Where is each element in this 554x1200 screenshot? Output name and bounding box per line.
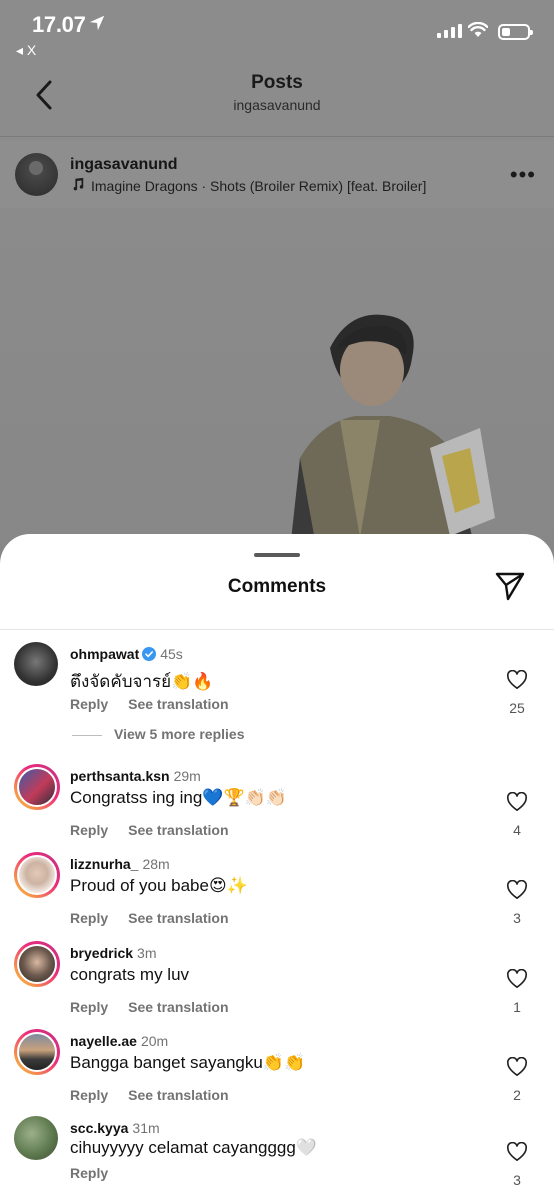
comments-sheet: Comments ohmpawat 45s ตึงจัดคับจารย์👏🔥 Re… [0, 534, 554, 1200]
avatar[interactable] [14, 642, 58, 686]
avatar[interactable] [14, 941, 60, 987]
comment-username[interactable]: ohmpawat 45s [70, 646, 183, 662]
comment-item: nayelle.ae 20m Bangga banget sayangku👏👏 R… [0, 1029, 554, 1117]
post-audio-label: Imagine Dragons · Shots (Broiler Remix) … [91, 178, 427, 194]
comment-item: perthsanta.ksn 29m Congratss ing ing💙🏆👏🏻👏… [0, 764, 554, 852]
comment-actions: Reply See translation [70, 822, 249, 838]
reply-button[interactable]: Reply [70, 999, 108, 1015]
reply-button[interactable]: Reply [70, 910, 108, 926]
comment-actions: Reply See translation [70, 910, 249, 926]
reply-button[interactable]: Reply [70, 1165, 108, 1181]
comment-time: 3m [137, 945, 157, 961]
wifi-icon [468, 22, 488, 37]
location-arrow-icon [89, 15, 105, 31]
sheet-title: Comments [227, 576, 327, 597]
comment-username-text: nayelle.ae [70, 1033, 137, 1049]
nav-divider [0, 136, 554, 137]
comment-text: ตึงจัดคับจารย์👏🔥 [70, 672, 214, 691]
like-count: 25 [509, 700, 525, 716]
see-translation-button[interactable]: See translation [128, 1087, 228, 1103]
comment-time: 28m [142, 856, 170, 872]
status-bar: 17.07 ◂ X [0, 0, 554, 62]
see-translation-button[interactable]: See translation [128, 999, 228, 1015]
comment-actions: Reply See translation [70, 696, 249, 712]
comment-time: 45s [160, 646, 183, 662]
comment-username-text: perthsanta.ksn [70, 768, 170, 784]
music-note-icon [73, 177, 84, 191]
comment-username-text: scc.kyya [70, 1120, 129, 1136]
comment-username-text: lizznurha_ [70, 856, 139, 872]
reply-button[interactable]: Reply [70, 696, 108, 712]
avatar[interactable] [14, 852, 60, 898]
avatar[interactable] [14, 1116, 58, 1160]
top-nav: Posts ingasavanund [0, 62, 554, 136]
comment-text: Proud of you babe😍✨ [70, 876, 248, 895]
post-author-name[interactable]: ingasavanund [70, 156, 178, 174]
comment-item: ohmpawat 45s ตึงจัดคับจารย์👏🔥 Reply See tr… [0, 642, 554, 762]
comment-actions: Reply [70, 1165, 128, 1181]
post-audio[interactable]: Imagine Dragons · Shots (Broiler Remix) … [70, 177, 426, 194]
comment-username-text: ohmpawat [70, 646, 140, 662]
reply-button[interactable]: Reply [70, 822, 108, 838]
battery-icon [498, 24, 533, 40]
heart-icon[interactable] [506, 969, 528, 989]
like-count: 3 [513, 1172, 521, 1188]
heart-icon[interactable] [506, 880, 528, 900]
reply-button[interactable]: Reply [70, 1087, 108, 1103]
comment-text: Bangga banget sayangku👏👏 [70, 1053, 306, 1072]
comment-username[interactable]: lizznurha_ 28m [70, 856, 170, 872]
more-dots-icon[interactable]: ••• [510, 162, 536, 188]
comment-actions: Reply See translation [70, 1087, 249, 1103]
comment-username-text: bryedrick [70, 945, 134, 961]
see-translation-button[interactable]: See translation [128, 910, 228, 926]
avatar[interactable] [14, 1029, 60, 1075]
post-photo [0, 208, 554, 568]
heart-icon[interactable] [506, 670, 528, 690]
heart-icon[interactable] [506, 1057, 528, 1077]
like-count: 2 [513, 1087, 521, 1103]
comment-item: lizznurha_ 28m Proud of you babe😍✨ Reply S… [0, 852, 554, 940]
comment-time: 31m [132, 1120, 160, 1136]
comment-text: congrats my luv [70, 965, 190, 984]
like-count: 1 [513, 999, 521, 1015]
page-subtitle: ingasavanund [233, 97, 321, 113]
send-icon[interactable] [494, 570, 526, 602]
replies-line [72, 734, 102, 736]
like-count: 3 [513, 910, 521, 926]
post-photo-subject [288, 314, 495, 568]
heart-icon[interactable] [506, 1142, 528, 1162]
like-count: 4 [513, 822, 521, 838]
post-author-avatar[interactable] [15, 153, 58, 196]
post-header: ingasavanund Imagine Dragons · Shots (Br… [0, 140, 554, 208]
comment-time: 29m [173, 768, 201, 784]
signal-icon [437, 24, 462, 38]
back-to-app[interactable]: ◂ X [16, 42, 36, 59]
comment-text: Congratss ing ing💙🏆👏🏻👏🏻 [70, 788, 287, 807]
avatar[interactable] [14, 764, 60, 810]
comment-item: scc.kyya 31m cihuyyyyy celamat cayangggg🤍… [0, 1116, 554, 1200]
comment-text: cihuyyyyy celamat cayangggg🤍 [70, 1138, 318, 1157]
status-time: 17.07 [32, 12, 86, 37]
comment-actions: Reply See translation [70, 999, 249, 1015]
comment-username[interactable]: bryedrick 3m [70, 945, 157, 961]
see-translation-button[interactable]: See translation [128, 696, 228, 712]
heart-icon[interactable] [506, 792, 528, 812]
view-replies-button[interactable]: View 5 more replies [72, 726, 244, 742]
view-replies-label: View 5 more replies [114, 726, 245, 742]
comment-time: 20m [140, 1033, 169, 1049]
verified-badge-icon [142, 647, 157, 661]
comment-item: bryedrick 3m congrats my luv Reply See tra… [0, 941, 554, 1029]
sheet-divider [0, 629, 554, 630]
comment-username[interactable]: scc.kyya 31m [70, 1120, 160, 1136]
comment-username[interactable]: perthsanta.ksn 29m [70, 768, 201, 784]
see-translation-button[interactable]: See translation [128, 822, 228, 838]
page-title: Posts [251, 72, 303, 93]
sheet-drag-handle[interactable] [254, 553, 300, 557]
comment-username[interactable]: nayelle.ae 20m [70, 1033, 168, 1049]
